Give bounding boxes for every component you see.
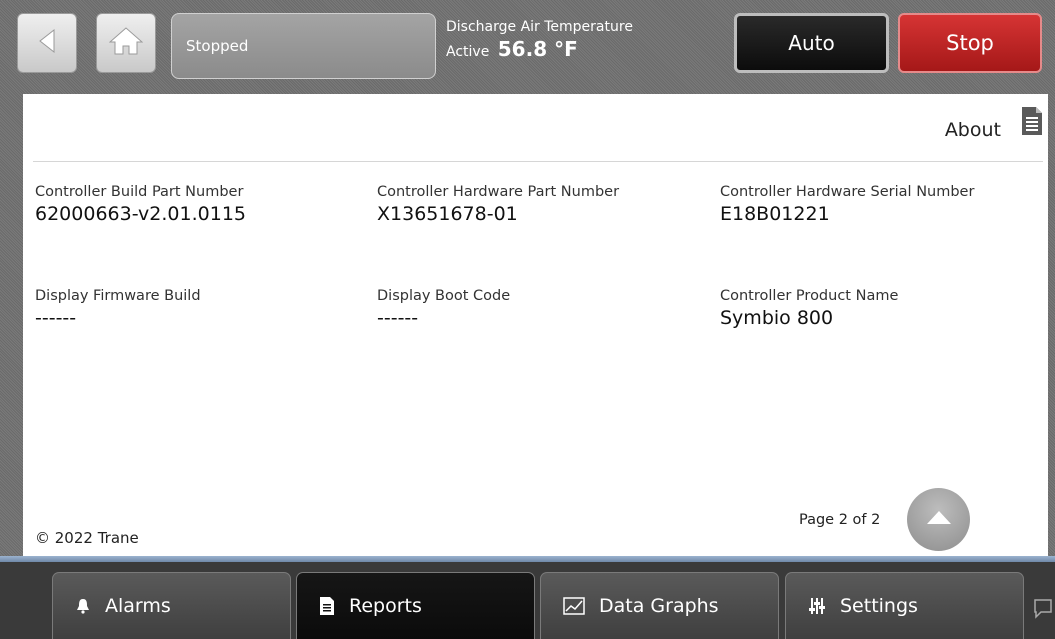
about-panel: About Controller Build Part Number 62000… (23, 94, 1048, 556)
dat-title: Discharge Air Temperature (446, 19, 633, 35)
tab-reports[interactable]: Reports (296, 572, 535, 639)
tab-label: Data Graphs (599, 595, 719, 617)
sliders-icon (808, 597, 826, 615)
page-indicator: Page 2 of 2 (799, 512, 881, 528)
field-value: ------ (377, 307, 419, 329)
document-icon[interactable] (1021, 106, 1043, 136)
back-button[interactable] (17, 13, 77, 73)
field-controller-hardware-serial-number: Controller Hardware Serial Number E18B01… (720, 184, 974, 225)
field-label: Controller Product Name (720, 288, 899, 304)
field-label: Controller Hardware Part Number (377, 184, 620, 200)
graph-icon (563, 597, 585, 615)
field-value: 62000663-v2.01.0115 (35, 203, 246, 225)
dat-active-label: Active (446, 44, 490, 60)
field-controller-product-name: Controller Product Name Symbio 800 (720, 288, 898, 329)
field-label: Controller Build Part Number (35, 184, 244, 200)
about-header: About (33, 94, 1043, 162)
field-label: Display Firmware Build (35, 288, 201, 304)
back-arrow-icon (37, 28, 57, 58)
field-controller-build-part-number: Controller Build Part Number 62000663-v2… (35, 184, 246, 225)
header-bar: Stopped Discharge Air Temperature Active… (8, 7, 1048, 87)
dat-active: Active 56.8 °F (446, 37, 633, 61)
field-label: Controller Hardware Serial Number (720, 184, 975, 200)
tab-alarms[interactable]: Alarms (52, 572, 291, 639)
chat-icon[interactable] (1033, 598, 1053, 624)
home-icon (108, 26, 144, 60)
field-display-firmware-build: Display Firmware Build ------ (35, 288, 201, 329)
field-label: Display Boot Code (377, 288, 511, 304)
field-value: X13651678-01 (377, 203, 518, 225)
tab-label: Alarms (105, 595, 171, 617)
discharge-air-temperature: Discharge Air Temperature Active 56.8 °F (446, 19, 633, 61)
document-icon (319, 596, 335, 616)
field-value: Symbio 800 (720, 307, 834, 329)
tab-label: Settings (840, 595, 918, 617)
stop-button[interactable]: Stop (898, 13, 1042, 73)
field-value: E18B01221 (720, 203, 830, 225)
scroll-up-button[interactable] (907, 488, 970, 551)
dat-value: 56.8 °F (497, 37, 578, 61)
status-display[interactable]: Stopped (171, 13, 436, 79)
field-display-boot-code: Display Boot Code ------ (377, 288, 510, 329)
tab-label: Reports (349, 595, 422, 617)
tab-data-graphs[interactable]: Data Graphs (540, 572, 779, 639)
bell-icon (75, 598, 91, 614)
copyright: © 2022 Trane (35, 529, 139, 547)
about-title: About (944, 119, 1001, 141)
bottom-nav: Alarms Reports Data Graphs Settings (0, 562, 1055, 639)
home-button[interactable] (96, 13, 156, 73)
field-value: ------ (35, 307, 77, 329)
auto-button[interactable]: Auto (734, 13, 889, 73)
tab-settings[interactable]: Settings (785, 572, 1024, 639)
status-text: Stopped (186, 37, 249, 55)
field-controller-hardware-part-number: Controller Hardware Part Number X1365167… (377, 184, 619, 225)
chevron-up-icon (926, 510, 952, 530)
